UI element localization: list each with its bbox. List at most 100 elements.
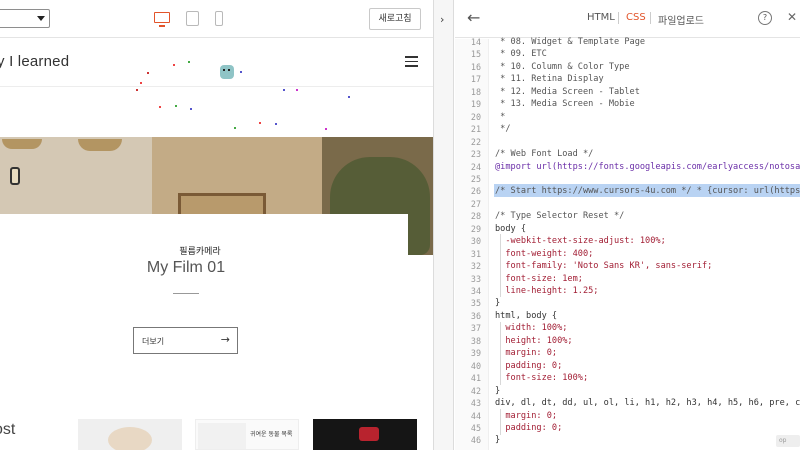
sparkle-icon (159, 106, 161, 108)
post-thumbnail[interactable] (313, 419, 417, 450)
code-line[interactable]: font-size: 100%; (495, 373, 588, 383)
code-line[interactable]: height: 100%; (495, 336, 572, 346)
line-number: 32 (470, 261, 481, 271)
code-line[interactable]: body { (495, 224, 526, 234)
tab-separator (650, 12, 651, 24)
back-arrow-icon[interactable]: ← (467, 8, 480, 27)
arrow-right-icon: → (220, 333, 230, 346)
chevron-down-icon (37, 16, 45, 21)
line-number: 18 (470, 87, 481, 97)
section-title: ost (0, 421, 16, 438)
lamp-icon (78, 139, 122, 151)
code-line[interactable]: /* Type Selector Reset */ (495, 211, 624, 221)
refresh-button[interactable]: 새로고침 (369, 8, 421, 30)
cursor-pet-icon (220, 65, 234, 79)
code-line[interactable]: * 10. Column & Color Type (495, 62, 629, 72)
menu-icon[interactable] (405, 56, 418, 67)
tab-html[interactable]: HTML (587, 12, 615, 23)
mobile-icon[interactable] (215, 11, 223, 26)
line-number: 34 (470, 286, 481, 296)
line-number: 27 (470, 199, 481, 209)
code-line[interactable]: div, dl, dt, dd, ul, ol, li, h1, h2, h3,… (495, 398, 800, 408)
code-line[interactable]: width: 100%; (495, 323, 567, 333)
panel-splitter[interactable]: › (433, 0, 454, 450)
more-button-label: 더보기 (142, 337, 165, 346)
code-line[interactable]: padding: 0; (495, 423, 562, 433)
sparkle-icon (283, 89, 285, 91)
card-divider (173, 293, 199, 294)
editor-status: op (776, 435, 800, 447)
line-number: 20 (470, 112, 481, 122)
line-number: 28 (470, 211, 481, 221)
code-line[interactable]: html, body { (495, 311, 557, 321)
chevron-right-icon[interactable]: › (440, 13, 444, 26)
sparkle-icon (147, 72, 149, 74)
sparkle-icon (348, 96, 350, 98)
line-number: 43 (470, 398, 481, 408)
code-line[interactable]: * 08. Widget & Template Page (495, 37, 645, 47)
editor-toolbar: ← HTML CSS 파일업로드 ? ✕ (455, 0, 800, 38)
line-number: 42 (470, 386, 481, 396)
code-line[interactable]: * 12. Media Screen - Tablet (495, 87, 640, 97)
post-thumbnail[interactable]: 귀여운 동물 목록 (195, 419, 299, 450)
line-number: 40 (470, 361, 481, 371)
line-number: 39 (470, 348, 481, 358)
line-number: 41 (470, 373, 481, 383)
sparkle-icon (259, 122, 261, 124)
sparkle-icon (188, 61, 190, 63)
line-number: 26 (470, 186, 481, 196)
code-line[interactable]: * 11. Retina Display (495, 74, 603, 84)
code-line[interactable]: font-family: 'Noto Sans KR', sans-serif; (495, 261, 712, 271)
code-line[interactable]: } (495, 386, 500, 396)
skin-select[interactable] (0, 9, 50, 28)
line-number: 33 (470, 274, 481, 284)
tab-separator (618, 12, 619, 24)
line-number: 16 (470, 62, 481, 72)
card-title[interactable]: My Film 01 (0, 259, 372, 277)
code-line[interactable]: padding: 0; (495, 361, 562, 371)
tab-css[interactable]: CSS (626, 12, 646, 23)
code-line[interactable]: margin: 0; (495, 411, 557, 421)
line-number: 37 (470, 323, 481, 333)
line-number: 23 (470, 149, 481, 159)
code-line[interactable]: } (495, 298, 500, 308)
more-button[interactable]: 더보기 → (133, 327, 238, 354)
code-line[interactable]: @import url(https://fonts.googleapis.com… (495, 162, 800, 172)
line-number: 14 (470, 37, 481, 47)
line-number: 25 (470, 174, 481, 184)
tab-file-upload[interactable]: 파일업로드 (658, 12, 704, 27)
blog-preview: y I learned 필름카메라 My Film 01 더보기 → st 귀여… (0, 39, 439, 450)
code-line[interactable]: /* Web Font Load */ (495, 149, 593, 159)
code-line[interactable]: margin: 0; (495, 348, 557, 358)
line-number: 35 (470, 298, 481, 308)
line-number: 30 (470, 236, 481, 246)
code-line[interactable]: * (495, 112, 505, 122)
code-line[interactable]: font-size: 1em; (495, 274, 583, 284)
sparkle-icon (190, 108, 192, 110)
code-line[interactable]: } (495, 435, 500, 445)
card-subtitle: 필름카메라 (179, 247, 221, 257)
sparkle-icon (296, 89, 298, 91)
thumbnail-caption: 귀여운 동물 목록 (250, 431, 293, 438)
code-line[interactable]: * 09. ETC (495, 49, 547, 59)
code-line[interactable]: font-weight: 400; (495, 249, 593, 259)
tablet-icon[interactable] (186, 11, 199, 26)
sparkle-icon (275, 123, 277, 125)
lamp-icon (2, 139, 42, 149)
line-number: 36 (470, 311, 481, 321)
code-line[interactable]: line-height: 1.25; (495, 286, 598, 296)
code-line[interactable]: */ (495, 124, 510, 134)
desktop-icon[interactable] (154, 12, 170, 27)
post-thumbnail[interactable] (78, 419, 182, 450)
code-line[interactable]: * 13. Media Screen - Mobie (495, 99, 635, 109)
code-line[interactable]: -webkit-text-size-adjust: 100%; (495, 236, 665, 246)
line-number: 29 (470, 224, 481, 234)
sparkle-icon (136, 89, 138, 91)
code-line[interactable]: /* Start https://www.cursors-4u.com */ *… (495, 186, 800, 196)
line-number: 44 (470, 411, 481, 421)
site-title[interactable]: y I learned (0, 53, 69, 70)
close-icon[interactable]: ✕ (787, 10, 797, 24)
line-number: 21 (470, 124, 481, 134)
help-button[interactable]: ? (758, 11, 772, 25)
line-number: 45 (470, 423, 481, 433)
